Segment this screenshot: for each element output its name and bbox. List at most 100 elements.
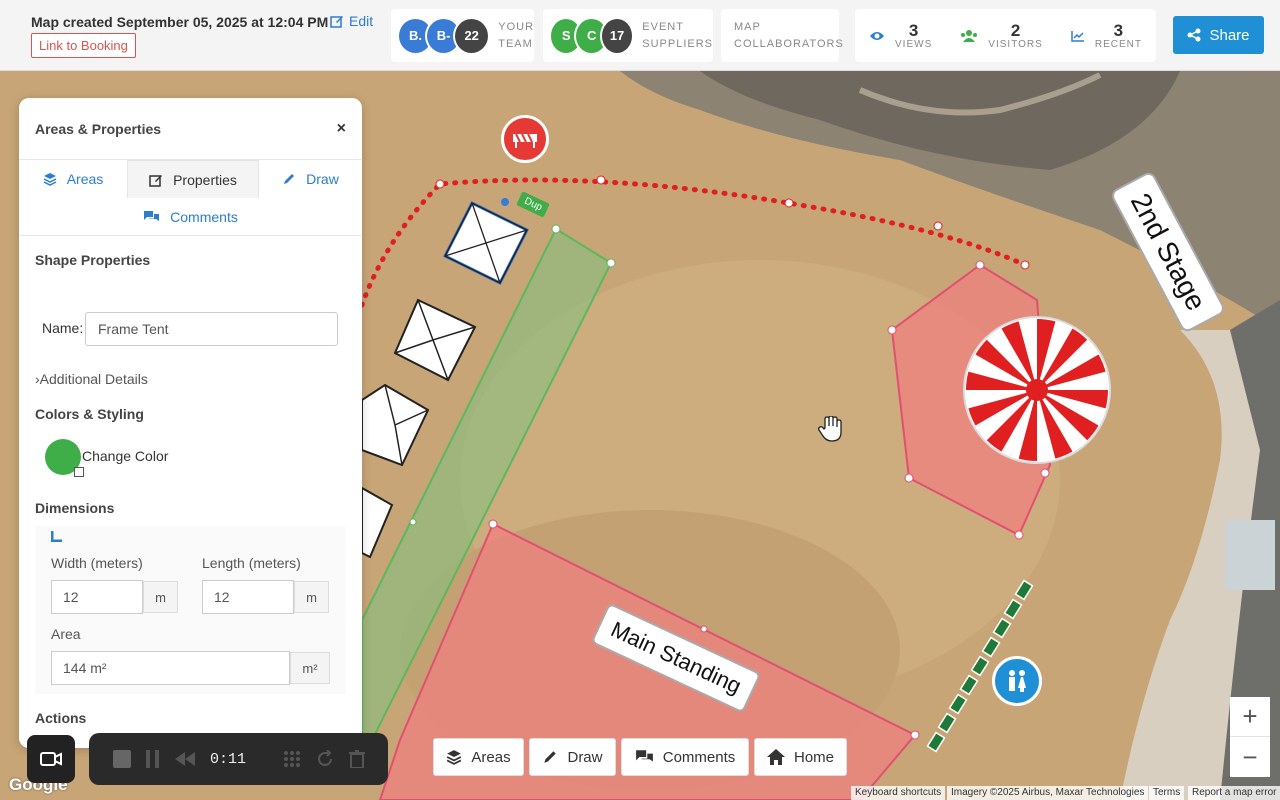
home-button[interactable]: Home	[754, 738, 847, 776]
length-label: Length (meters)	[202, 555, 301, 571]
pause-icon[interactable]	[146, 750, 160, 768]
share-button[interactable]: Share	[1173, 16, 1264, 54]
views-label: VIEWS	[895, 38, 933, 50]
length-field[interactable]: 12	[202, 580, 294, 614]
avatar-count[interactable]: 17	[599, 16, 635, 55]
video-camera-icon	[40, 752, 62, 766]
tab-properties[interactable]: Properties	[127, 160, 259, 198]
hand-cursor-icon	[818, 416, 842, 442]
edit-icon	[330, 16, 343, 28]
stop-icon[interactable]	[113, 750, 131, 768]
restroom-icon	[1009, 670, 1026, 692]
zoom-out-button[interactable]: −	[1230, 737, 1270, 777]
shape-properties-heading: Shape Properties	[35, 252, 151, 268]
tab-properties-label: Properties	[173, 171, 237, 188]
panel-header: Areas & Properties ×	[19, 98, 362, 160]
avatar-count[interactable]: 22	[453, 16, 491, 55]
barrier-icon	[513, 133, 537, 148]
keyboard-shortcuts-link[interactable]: Keyboard shortcuts	[851, 786, 946, 800]
imagery-attribution: Imagery ©2025 Airbus, Maxar Technologies	[947, 786, 1149, 800]
visitors-stat[interactable]: 2 VISITORS	[960, 22, 1043, 50]
layers-icon	[43, 173, 57, 186]
restroom-marker[interactable]	[992, 656, 1042, 706]
circus-tent-icon[interactable]	[963, 316, 1111, 464]
camera-button[interactable]	[27, 735, 75, 783]
draw-button[interactable]: Draw	[529, 738, 616, 776]
panel-title: Areas & Properties	[35, 120, 162, 137]
comments-button[interactable]: Comments	[621, 738, 749, 776]
recent-label: RECENT	[1094, 38, 1142, 50]
map-created-label: Map created September 05, 2025 at 12:04 …	[31, 14, 329, 30]
tab-areas-label: Areas	[66, 171, 104, 187]
width-label: Width (meters)	[51, 555, 143, 571]
collaborators-label: COLLABORATORS	[734, 37, 844, 50]
recording-bar: 0:11	[89, 733, 388, 785]
suppliers-group[interactable]: S C 17 EVENT SUPPLIERS	[543, 9, 713, 62]
name-field[interactable]	[85, 312, 338, 346]
report-map-error-link[interactable]: Report a map error	[1188, 786, 1280, 800]
suppliers-label: EVENT	[642, 20, 684, 33]
top-bar: Map created September 05, 2025 at 12:04 …	[0, 0, 1280, 71]
tab-comments-label: Comments	[170, 209, 238, 225]
comments-icon	[635, 750, 653, 762]
pencil-icon	[284, 174, 295, 184]
home-icon	[766, 749, 785, 765]
trash-icon[interactable]	[349, 750, 366, 768]
tab-areas[interactable]: Areas	[19, 160, 127, 198]
dimensions-heading: Dimensions	[35, 500, 115, 516]
area-unit: m²	[290, 652, 330, 684]
team-label: TEAM	[498, 37, 533, 50]
rewind-icon[interactable]	[175, 752, 195, 766]
additional-details-label: Additional Details	[39, 371, 148, 387]
eye-icon	[870, 31, 885, 40]
grid-dots-icon[interactable]	[283, 750, 301, 768]
views-stat[interactable]: 3 VIEWS	[869, 22, 932, 50]
colors-styling-heading: Colors & Styling	[35, 406, 144, 422]
edit-label: Edit	[349, 13, 374, 29]
draw-button-label: Draw	[567, 748, 603, 766]
stats-card: 3 VIEWS 2 VISITORS 3 RECENT	[855, 9, 1156, 62]
recent-stat[interactable]: 3 RECENT	[1071, 22, 1142, 50]
team-group[interactable]: B. B- 22 YOUR TEAM	[391, 9, 534, 62]
users-icon	[961, 29, 978, 42]
pencil-icon	[544, 751, 557, 763]
change-color-label[interactable]: Change Color	[82, 448, 168, 464]
width-field[interactable]: 12	[51, 580, 143, 614]
tab-comments[interactable]: Comments	[119, 198, 262, 236]
restart-icon[interactable]	[316, 750, 334, 768]
link-to-booking-button[interactable]: Link to Booking	[31, 33, 136, 58]
dimensions-box: Width (meters) Length (meters) 12 m 12 m…	[35, 526, 346, 694]
area-label: Area	[51, 626, 81, 642]
views-count: 3	[908, 20, 919, 40]
areas-properties-panel: Areas & Properties × Areas Properties Dr…	[19, 98, 362, 748]
areas-button-label: Areas	[471, 748, 511, 766]
comments-button-label: Comments	[662, 748, 736, 766]
edit-link[interactable]: Edit	[330, 13, 373, 29]
actions-heading: Actions	[35, 710, 87, 726]
recent-count: 3	[1113, 20, 1124, 40]
close-icon[interactable]: ×	[337, 120, 346, 138]
zoom-in-button[interactable]: +	[1230, 697, 1270, 737]
terms-link[interactable]: Terms	[1149, 786, 1185, 800]
additional-details-toggle[interactable]: ›Additional Details	[35, 371, 148, 387]
color-picker-icon[interactable]	[74, 467, 84, 477]
road-barrier-marker[interactable]	[501, 115, 549, 163]
tab-draw[interactable]: Draw	[259, 160, 362, 198]
home-button-label: Home	[793, 748, 834, 766]
recording-time: 0:11	[210, 750, 247, 768]
tab-draw-label: Draw	[306, 171, 339, 187]
areas-button[interactable]: Areas	[433, 738, 524, 776]
ruler-corner-icon	[51, 531, 62, 542]
edit-icon	[149, 174, 163, 187]
collaborators-group[interactable]: MAP COLLABORATORS	[721, 9, 843, 62]
width-unit: m	[143, 581, 178, 613]
panel-tabs: Areas Properties Draw Comments	[19, 160, 362, 236]
share-label: Share	[1209, 26, 1250, 44]
area-field[interactable]: 144 m²	[51, 651, 290, 685]
name-label: Name:	[42, 320, 84, 336]
chart-line-icon	[1071, 30, 1084, 42]
team-label: YOUR	[498, 20, 535, 33]
collaborators-label: MAP	[734, 20, 761, 33]
share-icon	[1187, 28, 1201, 42]
length-unit: m	[294, 581, 329, 613]
